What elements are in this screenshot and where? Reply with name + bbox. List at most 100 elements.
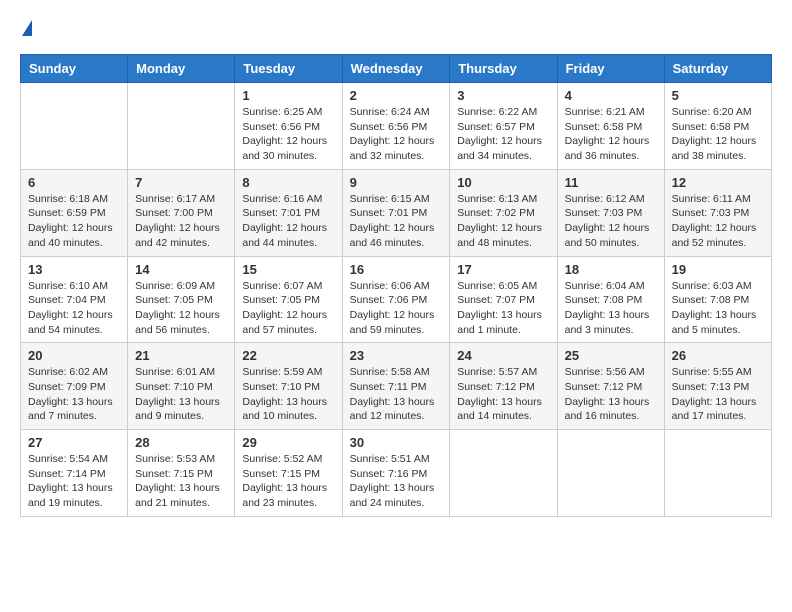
day-cell — [128, 83, 235, 170]
day-info: Sunrise: 5:55 AMSunset: 7:13 PMDaylight:… — [672, 365, 764, 424]
day-number: 7 — [135, 175, 227, 190]
column-header-saturday: Saturday — [664, 55, 771, 83]
day-info: Sunrise: 6:03 AMSunset: 7:08 PMDaylight:… — [672, 279, 764, 338]
day-cell: 21 Sunrise: 6:01 AMSunset: 7:10 PMDayligh… — [128, 343, 235, 430]
day-number: 11 — [565, 175, 657, 190]
logo — [20, 20, 32, 38]
column-header-monday: Monday — [128, 55, 235, 83]
column-header-friday: Friday — [557, 55, 664, 83]
day-number: 24 — [457, 348, 549, 363]
day-info: Sunrise: 6:10 AMSunset: 7:04 PMDaylight:… — [28, 279, 120, 338]
header — [20, 20, 772, 38]
day-cell: 12 Sunrise: 6:11 AMSunset: 7:03 PMDayligh… — [664, 169, 771, 256]
day-number: 18 — [565, 262, 657, 277]
day-cell: 11 Sunrise: 6:12 AMSunset: 7:03 PMDayligh… — [557, 169, 664, 256]
week-row-3: 13Sunrise: 6:10 AMSunset: 7:04 PMDayligh… — [21, 256, 772, 343]
day-cell: 1 Sunrise: 6:25 AMSunset: 6:56 PMDaylight… — [235, 83, 342, 170]
day-number: 29 — [242, 435, 334, 450]
day-number: 21 — [135, 348, 227, 363]
day-cell: 9Sunrise: 6:15 AMSunset: 7:01 PMDaylight… — [342, 169, 450, 256]
day-cell: 14 Sunrise: 6:09 AMSunset: 7:05 PMDayligh… — [128, 256, 235, 343]
day-cell: 16 Sunrise: 6:06 AMSunset: 7:06 PMDayligh… — [342, 256, 450, 343]
column-header-tuesday: Tuesday — [235, 55, 342, 83]
day-cell: 4Sunrise: 6:21 AMSunset: 6:58 PMDaylight… — [557, 83, 664, 170]
day-info: Sunrise: 6:25 AMSunset: 6:56 PMDaylight:… — [242, 105, 334, 164]
day-cell: 28 Sunrise: 5:53 AMSunset: 7:15 PMDayligh… — [128, 430, 235, 517]
day-cell: 6Sunrise: 6:18 AMSunset: 6:59 PMDaylight… — [21, 169, 128, 256]
day-cell: 27 Sunrise: 5:54 AMSunset: 7:14 PMDayligh… — [21, 430, 128, 517]
day-info: Sunrise: 5:54 AMSunset: 7:14 PMDaylight:… — [28, 452, 120, 511]
day-number: 27 — [28, 435, 120, 450]
day-info: Sunrise: 6:22 AMSunset: 6:57 PMDaylight:… — [457, 105, 549, 164]
day-cell: 22 Sunrise: 5:59 AMSunset: 7:10 PMDayligh… — [235, 343, 342, 430]
day-info: Sunrise: 6:07 AMSunset: 7:05 PMDaylight:… — [242, 279, 334, 338]
day-number: 30 — [350, 435, 443, 450]
day-cell: 30 Sunrise: 5:51 AMSunset: 7:16 PMDayligh… — [342, 430, 450, 517]
day-info: Sunrise: 6:11 AMSunset: 7:03 PMDaylight:… — [672, 192, 764, 251]
day-number: 12 — [672, 175, 764, 190]
day-number: 4 — [565, 88, 657, 103]
day-info: Sunrise: 6:20 AMSunset: 6:58 PMDaylight:… — [672, 105, 764, 164]
column-header-wednesday: Wednesday — [342, 55, 450, 83]
day-cell: 25 Sunrise: 5:56 AMSunset: 7:12 PMDayligh… — [557, 343, 664, 430]
day-cell: 3 Sunrise: 6:22 AMSunset: 6:57 PMDaylight… — [450, 83, 557, 170]
day-number: 22 — [242, 348, 334, 363]
day-info: Sunrise: 6:16 AMSunset: 7:01 PMDaylight:… — [242, 192, 334, 251]
day-info: Sunrise: 6:15 AMSunset: 7:01 PMDaylight:… — [350, 192, 443, 251]
column-header-sunday: Sunday — [21, 55, 128, 83]
day-number: 14 — [135, 262, 227, 277]
day-number: 1 — [242, 88, 334, 103]
day-cell: 20 Sunrise: 6:02 AMSunset: 7:09 PMDayligh… — [21, 343, 128, 430]
day-number: 16 — [350, 262, 443, 277]
week-row-2: 6Sunrise: 6:18 AMSunset: 6:59 PMDaylight… — [21, 169, 772, 256]
day-info: Sunrise: 6:13 AMSunset: 7:02 PMDaylight:… — [457, 192, 549, 251]
day-number: 28 — [135, 435, 227, 450]
day-cell: 19Sunrise: 6:03 AMSunset: 7:08 PMDayligh… — [664, 256, 771, 343]
day-info: Sunrise: 5:56 AMSunset: 7:12 PMDaylight:… — [565, 365, 657, 424]
day-info: Sunrise: 6:24 AMSunset: 6:56 PMDaylight:… — [350, 105, 443, 164]
day-info: Sunrise: 5:51 AMSunset: 7:16 PMDaylight:… — [350, 452, 443, 511]
day-cell — [450, 430, 557, 517]
day-cell: 13Sunrise: 6:10 AMSunset: 7:04 PMDayligh… — [21, 256, 128, 343]
header-row: SundayMondayTuesdayWednesdayThursdayFrid… — [21, 55, 772, 83]
day-cell: 26 Sunrise: 5:55 AMSunset: 7:13 PMDayligh… — [664, 343, 771, 430]
week-row-1: 1 Sunrise: 6:25 AMSunset: 6:56 PMDaylight… — [21, 83, 772, 170]
day-cell: 17 Sunrise: 6:05 AMSunset: 7:07 PMDayligh… — [450, 256, 557, 343]
day-number: 8 — [242, 175, 334, 190]
day-number: 5 — [672, 88, 764, 103]
day-cell: 23 Sunrise: 5:58 AMSunset: 7:11 PMDayligh… — [342, 343, 450, 430]
day-number: 25 — [565, 348, 657, 363]
day-info: Sunrise: 6:04 AMSunset: 7:08 PMDaylight:… — [565, 279, 657, 338]
day-number: 15 — [242, 262, 334, 277]
day-info: Sunrise: 5:53 AMSunset: 7:15 PMDaylight:… — [135, 452, 227, 511]
day-info: Sunrise: 6:05 AMSunset: 7:07 PMDaylight:… — [457, 279, 549, 338]
day-cell — [557, 430, 664, 517]
logo-icon — [22, 20, 32, 36]
day-number: 17 — [457, 262, 549, 277]
day-cell — [21, 83, 128, 170]
week-row-5: 27 Sunrise: 5:54 AMSunset: 7:14 PMDayligh… — [21, 430, 772, 517]
day-info: Sunrise: 6:12 AMSunset: 7:03 PMDaylight:… — [565, 192, 657, 251]
day-number: 26 — [672, 348, 764, 363]
day-number: 2 — [350, 88, 443, 103]
day-info: Sunrise: 6:09 AMSunset: 7:05 PMDaylight:… — [135, 279, 227, 338]
day-info: Sunrise: 5:58 AMSunset: 7:11 PMDaylight:… — [350, 365, 443, 424]
day-cell: 15 Sunrise: 6:07 AMSunset: 7:05 PMDayligh… — [235, 256, 342, 343]
day-info: Sunrise: 5:59 AMSunset: 7:10 PMDaylight:… — [242, 365, 334, 424]
day-cell: 5 Sunrise: 6:20 AMSunset: 6:58 PMDaylight… — [664, 83, 771, 170]
day-info: Sunrise: 5:52 AMSunset: 7:15 PMDaylight:… — [242, 452, 334, 511]
day-cell: 18 Sunrise: 6:04 AMSunset: 7:08 PMDayligh… — [557, 256, 664, 343]
day-info: Sunrise: 6:01 AMSunset: 7:10 PMDaylight:… — [135, 365, 227, 424]
day-number: 23 — [350, 348, 443, 363]
day-cell: 7 Sunrise: 6:17 AMSunset: 7:00 PMDaylight… — [128, 169, 235, 256]
day-cell: 24Sunrise: 5:57 AMSunset: 7:12 PMDayligh… — [450, 343, 557, 430]
day-info: Sunrise: 6:17 AMSunset: 7:00 PMDaylight:… — [135, 192, 227, 251]
day-number: 10 — [457, 175, 549, 190]
day-number: 20 — [28, 348, 120, 363]
day-cell: 2 Sunrise: 6:24 AMSunset: 6:56 PMDaylight… — [342, 83, 450, 170]
week-row-4: 20 Sunrise: 6:02 AMSunset: 7:09 PMDayligh… — [21, 343, 772, 430]
day-info: Sunrise: 6:06 AMSunset: 7:06 PMDaylight:… — [350, 279, 443, 338]
day-info: Sunrise: 6:18 AMSunset: 6:59 PMDaylight:… — [28, 192, 120, 251]
day-info: Sunrise: 6:02 AMSunset: 7:09 PMDaylight:… — [28, 365, 120, 424]
day-number: 3 — [457, 88, 549, 103]
